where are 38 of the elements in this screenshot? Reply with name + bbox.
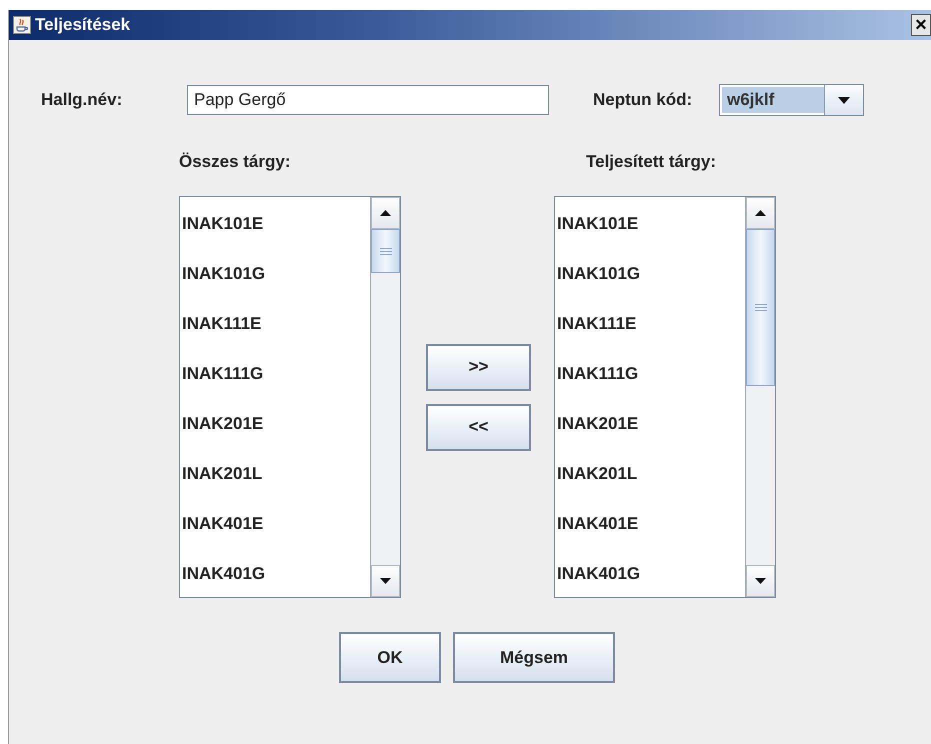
remove-button[interactable]: << bbox=[426, 404, 531, 450]
neptun-code-label: Neptun kód: bbox=[593, 90, 694, 110]
subject-item[interactable]: INAK201L bbox=[180, 449, 370, 499]
all-subjects-heading: Összes tárgy: bbox=[179, 151, 292, 173]
subject-item[interactable]: INAK111E bbox=[555, 299, 745, 349]
close-button[interactable]: × bbox=[911, 14, 931, 36]
up-arrow-icon bbox=[380, 210, 391, 216]
up-arrow-icon bbox=[755, 210, 766, 216]
caret-icon bbox=[838, 96, 850, 104]
window-title: Teljesítések bbox=[35, 15, 132, 35]
scrollbar[interactable] bbox=[745, 197, 775, 597]
subject-item[interactable]: INAK401G bbox=[555, 549, 745, 599]
subject-item[interactable]: INAK111E bbox=[180, 299, 370, 349]
name-field[interactable]: Papp Gergő bbox=[187, 85, 549, 115]
completed-subjects-heading: Teljesített tárgy: bbox=[585, 151, 718, 173]
add-button[interactable]: >> bbox=[426, 344, 531, 390]
subject-item[interactable]: INAK201L bbox=[555, 449, 745, 499]
name-label: Hallg.név: bbox=[41, 90, 124, 110]
subject-item[interactable]: INAK101G bbox=[555, 249, 745, 299]
subject-item[interactable]: INAK401E bbox=[555, 499, 745, 549]
down-arrow-icon bbox=[380, 578, 391, 584]
cup-icon bbox=[13, 16, 31, 34]
subject-item[interactable]: INAK111G bbox=[180, 349, 370, 399]
subject-item[interactable]: INAK401G bbox=[180, 549, 370, 599]
grip-icon bbox=[380, 248, 392, 254]
cancel-button[interactable]: Mégsem bbox=[453, 632, 615, 683]
subject-item[interactable]: INAK201E bbox=[180, 399, 370, 449]
grip-icon bbox=[754, 304, 766, 311]
subject-item[interactable]: INAK101E bbox=[555, 199, 745, 249]
scrollbar[interactable] bbox=[370, 197, 400, 597]
ok-button[interactable]: OK bbox=[339, 632, 441, 683]
subject-item[interactable]: INAK101G bbox=[180, 249, 370, 299]
neptun-code-dropdown[interactable]: w6jklf bbox=[719, 84, 864, 116]
down-arrow-icon bbox=[755, 578, 766, 584]
subject-item[interactable]: INAK201E bbox=[555, 399, 745, 449]
subject-item[interactable]: INAK401E bbox=[180, 499, 370, 549]
subject-item[interactable]: INAK101E bbox=[180, 199, 370, 249]
subject-item[interactable]: INAK111G bbox=[555, 349, 745, 399]
